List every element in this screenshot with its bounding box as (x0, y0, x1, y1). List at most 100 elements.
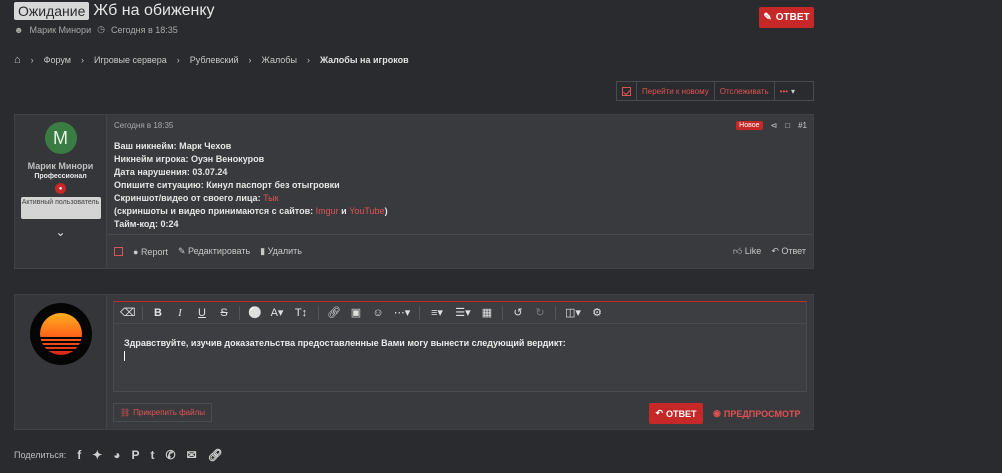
facebook-icon[interactable]: f (77, 448, 81, 462)
avatar[interactable] (29, 303, 92, 365)
email-icon[interactable]: ✉ (187, 448, 197, 462)
reply-button-top[interactable]: ✎ ОТВЕТ (759, 7, 814, 28)
watch-button[interactable]: Отслеживать (715, 82, 775, 100)
post-line: Ваш никнейм: Марк Чехов (114, 141, 232, 151)
thread-date[interactable]: Сегодня в 18:35 (111, 25, 178, 35)
save-draft-icon[interactable]: ◫▾ (564, 306, 582, 319)
role-icon: ● (55, 183, 66, 194)
editor-text: Здравствуйте, изучив доказательства пред… (124, 338, 566, 348)
post-line-text: (скриншоты и видео принимаются с сайтов: (114, 206, 316, 216)
thread-prefix-badge[interactable]: Ожидание (14, 2, 90, 20)
chevron-right-icon: › (306, 55, 310, 65)
font-family-icon[interactable]: A▾ (270, 306, 284, 319)
post-number[interactable]: #1 (798, 121, 807, 130)
reply-user-panel (15, 295, 107, 429)
thread-title: Жб на обиженку (93, 2, 215, 19)
select-post-checkbox[interactable] (114, 247, 123, 256)
more-menu-button[interactable]: ••• ▾ (775, 82, 800, 100)
sunset-avatar-icon (38, 313, 83, 355)
whatsapp-icon[interactable]: ✆ (166, 448, 176, 462)
pinterest-icon[interactable]: P (132, 448, 140, 462)
report-button[interactable]: ● Report (133, 247, 168, 257)
bookmark-icon[interactable]: □ (785, 121, 790, 130)
breadcrumb-item[interactable]: Форум (44, 55, 71, 65)
twitter-icon[interactable]: ✦ (92, 448, 102, 462)
post-body: Сегодня в 18:35 Новое ⊲ □ #1 Ваш никнейм… (107, 115, 813, 268)
breadcrumb-item[interactable]: Игровые сервера (94, 55, 167, 65)
preview-label: ПРЕДПРОСМОТР (723, 408, 801, 419)
report-label: Report (140, 246, 168, 257)
align-icon[interactable]: ≡▾ (428, 306, 446, 319)
post-date[interactable]: Сегодня в 18:35 (114, 121, 173, 130)
table-icon[interactable]: ▦ (480, 306, 494, 319)
evidence-link[interactable]: Тык (263, 193, 279, 203)
post-line: Опишите ситуацию: Кинул паспорт без отыг… (114, 180, 340, 190)
toolbar-divider (142, 305, 143, 320)
avatar[interactable]: M (44, 122, 77, 154)
toolbar-divider (555, 305, 556, 320)
submit-reply-button[interactable]: ↶ ОТВЕТ (649, 403, 703, 424)
thumbs-up-icon: 👍︎ (732, 246, 745, 256)
preview-button[interactable]: ◉ ПРЕДПРОСМОТР (713, 403, 800, 424)
user-badge: Активный пользователь (20, 197, 101, 219)
thread-author[interactable]: Марик Минори (29, 25, 91, 35)
link-icon[interactable]: 🔗︎ (208, 448, 223, 462)
underline-icon[interactable]: U (195, 307, 209, 319)
breadcrumb-item[interactable]: Рублевский (190, 55, 239, 65)
attach-files-button[interactable]: ⛓ Прикрепить файлы (113, 403, 212, 422)
text-caret (124, 351, 125, 361)
eye-icon: ◉ (713, 408, 721, 418)
gear-icon[interactable]: ⚙ (590, 306, 604, 319)
post-username[interactable]: Марик Минори (28, 161, 94, 171)
breadcrumb-current[interactable]: Жалобы на игроков (320, 55, 409, 65)
like-label: Like (744, 246, 762, 256)
post: M Марик Минори Профессионал ● Активный п… (14, 114, 814, 269)
redo-icon[interactable]: ↻ (533, 306, 547, 319)
undo-icon[interactable]: ↺ (511, 306, 525, 319)
thread-title-row: Ожидание Жб на обиженку (14, 2, 215, 20)
goto-new-button[interactable]: Перейти к новому (637, 82, 715, 100)
tumblr-icon[interactable]: t (151, 448, 155, 462)
reply-post-button[interactable]: ↶ Ответ (771, 246, 806, 257)
reddit-icon[interactable]: ◕ (113, 448, 120, 462)
smiley-icon[interactable]: ☺ (371, 307, 385, 319)
post-line-text: Скриншот/видео от своего лица: (114, 193, 264, 203)
image-icon[interactable]: ▣ (349, 306, 363, 319)
delete-label: Удалить (267, 246, 302, 256)
toolbar-divider (239, 305, 240, 320)
post-line-text: ) (384, 206, 388, 216)
share-icon[interactable]: ⊲ (771, 121, 778, 130)
edit-button[interactable]: ✎ Редактировать (178, 246, 250, 257)
pencil-icon: ✎ (763, 12, 772, 23)
color-drop-icon[interactable]: ⚪ (248, 306, 262, 319)
thread-action-bar: Перейти к новому Отслеживать ••• ▾ (616, 81, 814, 101)
strikethrough-icon[interactable]: S (217, 307, 231, 319)
new-badge: Новое (736, 121, 763, 130)
eraser-icon[interactable]: ⌫ (120, 306, 136, 319)
chevron-right-icon: › (248, 55, 252, 65)
link-icon[interactable]: 🔗︎ (327, 306, 341, 319)
youtube-link[interactable]: YouTube (349, 206, 384, 216)
home-icon[interactable]: ⌂ (14, 54, 21, 66)
post-line: Дата нарушения: 03.07.24 (114, 167, 228, 177)
editor-toolbar: ⌫ B I U S ⚪ A▾ T↕ 🔗︎ ▣ ☺ ⋯▾ ≡▾ ☰▾ ▦ ↺ ↻ … (114, 302, 806, 324)
chevron-right-icon: › (30, 55, 34, 65)
reply-box: ⌫ B I U S ⚪ A▾ T↕ 🔗︎ ▣ ☺ ⋯▾ ≡▾ ☰▾ ▦ ↺ ↻ … (14, 294, 814, 430)
font-size-icon[interactable]: T↕ (292, 307, 310, 319)
delete-button[interactable]: ▮ Удалить (260, 246, 302, 257)
imgur-link[interactable]: Imgur (316, 206, 339, 216)
post-line: Скриншот/видео от своего лица: Тык (114, 192, 388, 205)
thread-meta: ☻ Марик Минори ◷ Сегодня в 18:35 (14, 24, 178, 35)
more-options-icon[interactable]: ⋯▾ (393, 306, 411, 319)
like-button[interactable]: 👍︎ Like (733, 246, 761, 257)
list-icon[interactable]: ☰▾ (454, 306, 472, 319)
chevron-down-icon[interactable]: ⌄ (55, 225, 65, 239)
editor-content[interactable]: Здравствуйте, изучив доказательства пред… (114, 324, 806, 375)
breadcrumb-item[interactable]: Жалобы (262, 55, 297, 65)
bold-icon[interactable]: B (151, 307, 165, 319)
post-line-text: и (338, 206, 350, 216)
trash-icon: ▮ (260, 246, 268, 256)
select-thread-checkbox[interactable] (617, 82, 637, 100)
post-tools: Новое ⊲ □ #1 (736, 121, 807, 130)
italic-icon[interactable]: I (173, 307, 187, 319)
